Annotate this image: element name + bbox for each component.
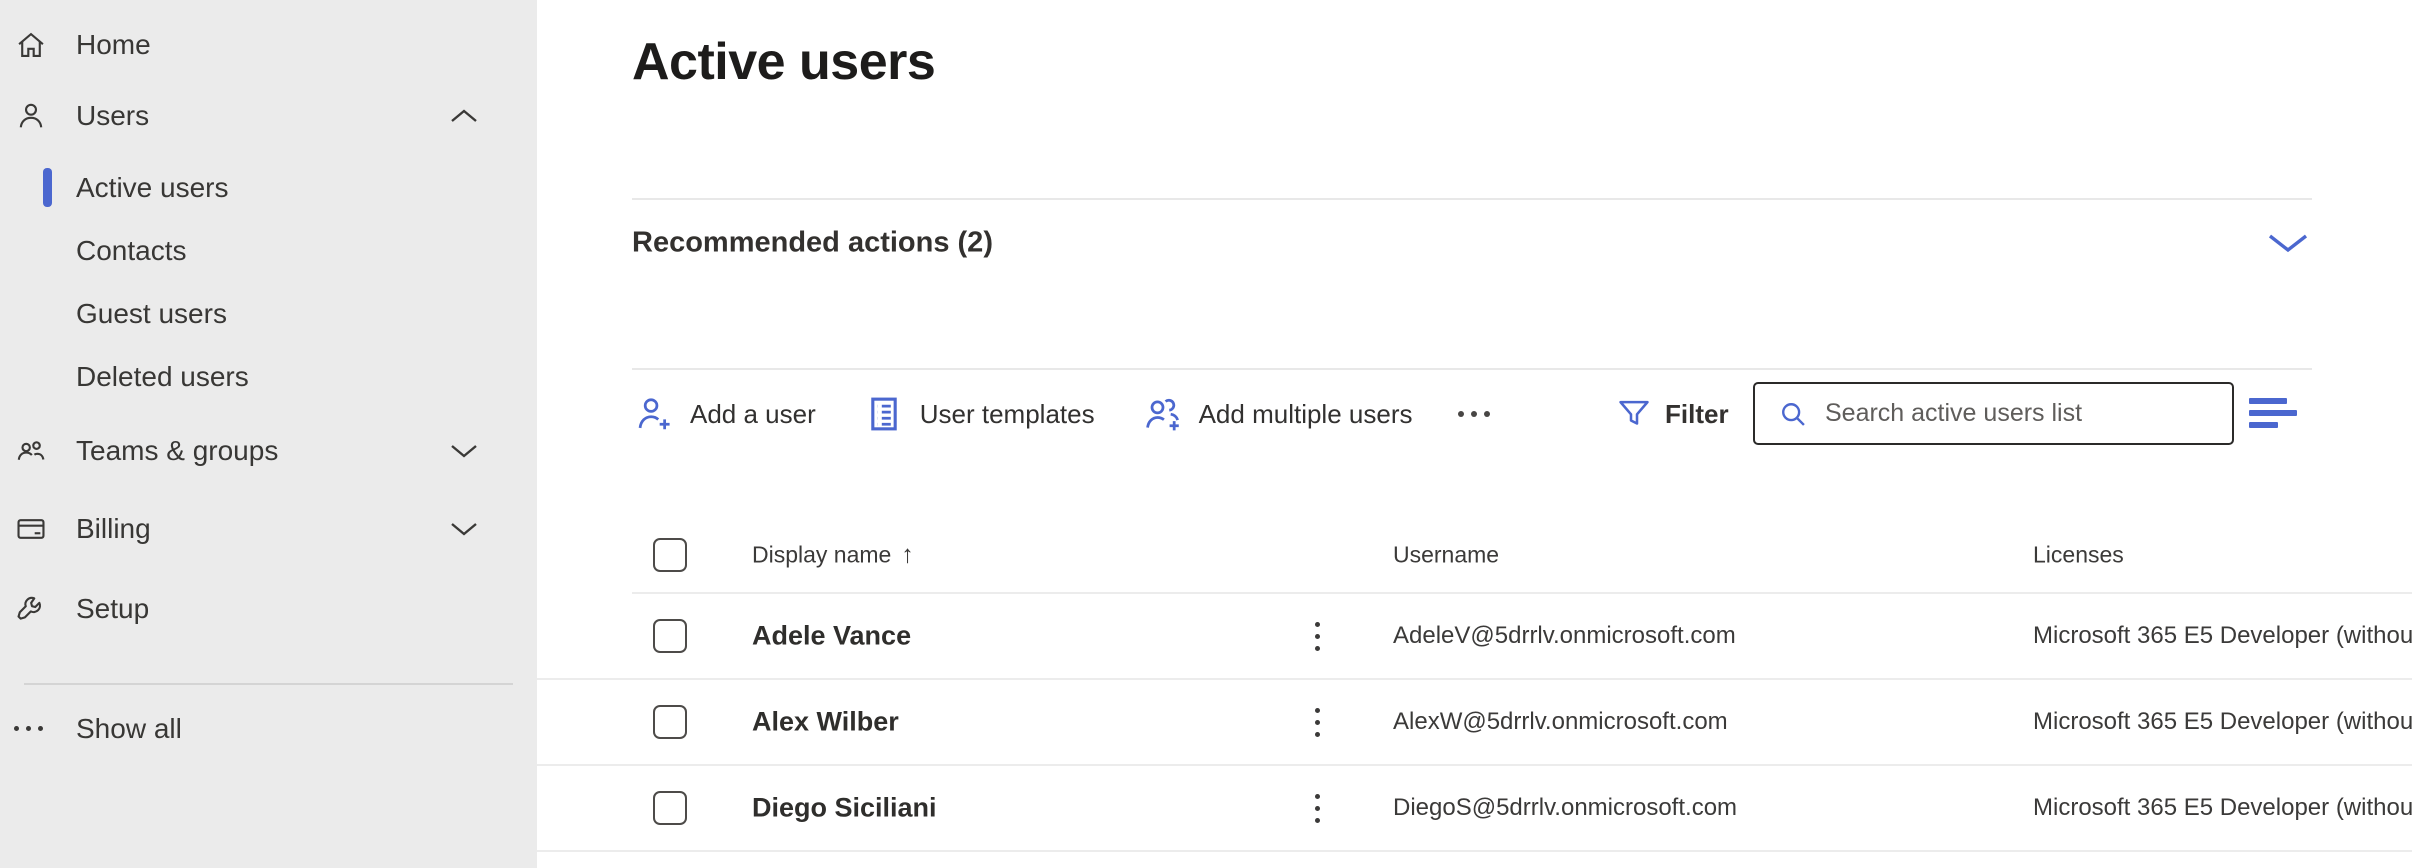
sidebar-item-label: Deleted users bbox=[76, 361, 249, 393]
add-multiple-users-button[interactable]: Add multiple users bbox=[1141, 392, 1413, 436]
button-label: Add multiple users bbox=[1199, 399, 1413, 430]
people-add-icon bbox=[1141, 392, 1185, 436]
row-checkbox[interactable] bbox=[653, 791, 687, 825]
kebab-menu-icon[interactable] bbox=[1299, 702, 1335, 742]
table-row[interactable]: Diego Siciliani DiegoS@5drrlv.onmicrosof… bbox=[537, 766, 2412, 852]
column-header-licenses[interactable]: Licenses bbox=[2033, 542, 2124, 569]
sidebar-item-home[interactable]: Home bbox=[0, 13, 537, 76]
sidebar-item-setup[interactable]: Setup bbox=[0, 577, 537, 640]
table-row[interactable]: Alex Wilber AlexW@5drrlv.onmicrosoft.com… bbox=[537, 680, 2412, 766]
ellipsis-icon bbox=[1458, 411, 1490, 417]
left-navigation: Home Users Active users Contacts Guest u… bbox=[0, 0, 537, 868]
table-header: Display name↑ Username Licenses bbox=[537, 518, 2412, 592]
recommended-actions-label: Recommended actions (2) bbox=[632, 227, 993, 260]
sidebar-item-guest-users[interactable]: Guest users bbox=[0, 282, 537, 345]
display-name-cell[interactable]: Diego Siciliani bbox=[752, 793, 937, 824]
licenses-cell: Microsoft 365 E5 Developer (withou bbox=[2033, 622, 2412, 650]
divider bbox=[632, 368, 2312, 370]
kebab-menu-icon[interactable] bbox=[1299, 788, 1335, 828]
add-user-button[interactable]: Add a user bbox=[632, 392, 816, 436]
wrench-icon bbox=[14, 592, 48, 626]
sidebar-item-active-users[interactable]: Active users bbox=[0, 156, 537, 219]
sort-lines-icon[interactable] bbox=[2249, 398, 2311, 434]
search-input[interactable] bbox=[1825, 384, 2225, 442]
user-templates-button[interactable]: User templates bbox=[862, 392, 1095, 436]
sidebar-item-label: Billing bbox=[76, 513, 151, 545]
sidebar-item-contacts[interactable]: Contacts bbox=[0, 219, 537, 282]
table-row[interactable]: Adele Vance AdeleV@5drrlv.onmicrosoft.co… bbox=[537, 594, 2412, 680]
sidebar-item-label: Teams & groups bbox=[76, 435, 278, 467]
home-icon bbox=[14, 28, 48, 62]
column-header-display-name[interactable]: Display name↑ bbox=[752, 541, 914, 570]
chevron-down-icon[interactable] bbox=[2266, 231, 2310, 255]
chevron-up-icon[interactable] bbox=[448, 106, 480, 126]
template-list-icon bbox=[862, 392, 906, 436]
filter-icon bbox=[1615, 395, 1653, 433]
chevron-down-icon[interactable] bbox=[448, 519, 480, 539]
display-name-cell[interactable]: Adele Vance bbox=[752, 621, 911, 652]
select-all-checkbox[interactable] bbox=[653, 538, 687, 572]
sidebar-item-label: Show all bbox=[76, 713, 182, 745]
sidebar-item-label: Home bbox=[76, 29, 151, 61]
chevron-down-icon[interactable] bbox=[448, 441, 480, 461]
main-content: Active users Recommended actions (2) Add… bbox=[537, 0, 2412, 868]
button-label: User templates bbox=[920, 399, 1095, 430]
row-checkbox[interactable] bbox=[653, 705, 687, 739]
selected-indicator bbox=[43, 168, 52, 207]
actions-toolbar: Add a user User templates Add multiple u… bbox=[632, 384, 1490, 444]
search-icon bbox=[1777, 398, 1811, 432]
sidebar-item-label: Guest users bbox=[76, 298, 227, 330]
username-cell: AlexW@5drrlv.onmicrosoft.com bbox=[1393, 708, 1728, 736]
username-cell: AdeleV@5drrlv.onmicrosoft.com bbox=[1393, 622, 1736, 650]
sidebar-item-label: Users bbox=[76, 100, 149, 132]
kebab-menu-icon[interactable] bbox=[1299, 616, 1335, 656]
search-box bbox=[1753, 382, 2234, 445]
sidebar-item-label: Active users bbox=[76, 172, 229, 204]
sidebar-item-billing[interactable]: Billing bbox=[0, 497, 537, 560]
filter-button[interactable]: Filter bbox=[1615, 384, 1729, 444]
sidebar-item-label: Setup bbox=[76, 593, 149, 625]
licenses-cell: Microsoft 365 E5 Developer (withou bbox=[2033, 794, 2412, 822]
person-add-icon bbox=[632, 392, 676, 436]
people-group-icon bbox=[14, 434, 48, 468]
sidebar-item-show-all[interactable]: Show all bbox=[0, 697, 537, 760]
sidebar-item-users[interactable]: Users bbox=[0, 84, 537, 147]
credit-card-icon bbox=[14, 512, 48, 546]
ellipsis-icon bbox=[14, 712, 48, 746]
person-icon bbox=[14, 99, 48, 133]
recommended-actions-section[interactable]: Recommended actions (2) bbox=[632, 214, 2312, 272]
sidebar-item-label: Contacts bbox=[76, 235, 187, 267]
username-cell: DiegoS@5drrlv.onmicrosoft.com bbox=[1393, 794, 1737, 822]
filter-label: Filter bbox=[1665, 399, 1729, 430]
licenses-cell: Microsoft 365 E5 Developer (withou bbox=[2033, 708, 2412, 736]
row-checkbox[interactable] bbox=[653, 619, 687, 653]
sidebar-item-deleted-users[interactable]: Deleted users bbox=[0, 345, 537, 408]
sidebar-divider bbox=[24, 683, 513, 685]
sort-ascending-icon: ↑ bbox=[901, 541, 914, 569]
more-actions-button[interactable] bbox=[1458, 411, 1490, 417]
divider bbox=[632, 198, 2312, 200]
page-title: Active users bbox=[632, 32, 935, 92]
button-label: Add a user bbox=[690, 399, 816, 430]
column-header-username[interactable]: Username bbox=[1393, 542, 1499, 569]
display-name-cell[interactable]: Alex Wilber bbox=[752, 707, 899, 738]
sidebar-item-teams-groups[interactable]: Teams & groups bbox=[0, 419, 537, 482]
